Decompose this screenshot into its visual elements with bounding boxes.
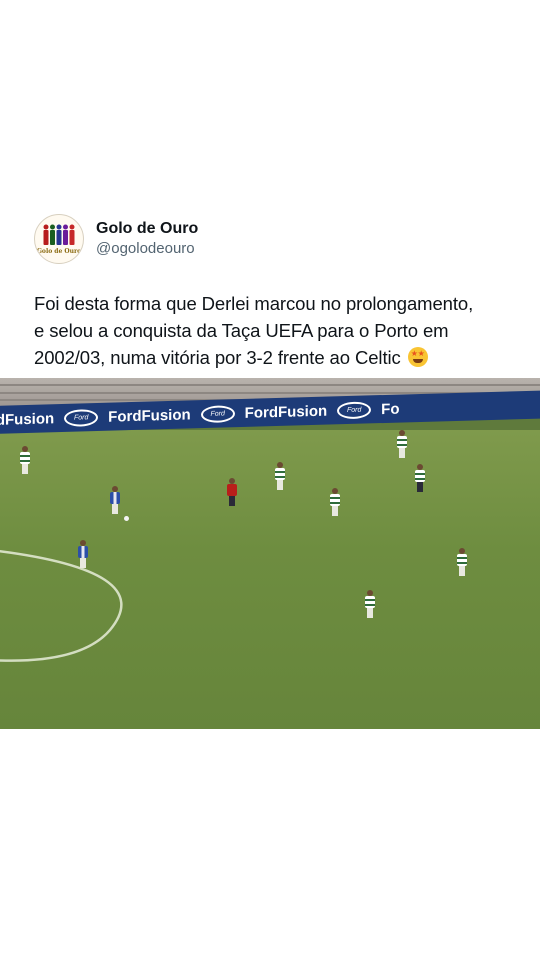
star-struck-emoji-icon [407,347,428,367]
ford-logo-icon: Ford [64,408,99,427]
player-porto [78,540,88,568]
ad-text: FordFusion [244,402,328,422]
post-text-line: e selou a conquista da Taça UEFA para o … [34,320,449,341]
player-celtic [397,430,407,458]
ford-logo-icon: Ford [337,400,372,419]
post-text-line: 2002/03, numa vitória por 3-2 frente ao … [34,344,514,371]
player-celtic [330,488,340,516]
football-pitch [0,430,540,729]
post-header: Golo de Ouro Golo de Ouro @ogolodeouro [34,214,198,264]
author-names: Golo de Ouro @ogolodeouro [96,219,198,259]
ad-text: FordFusion [108,405,191,426]
player-celtic [457,548,467,576]
player-celtic [20,446,30,474]
post-text: Foi desta forma que Derlei marcou no pro… [34,290,514,371]
post-text-line: Foi desta forma que Derlei marcou no pro… [34,293,474,314]
player-porto [110,486,120,514]
players-logo-icon [43,224,75,245]
author-display-name[interactable]: Golo de Ouro [96,219,198,239]
football-ball-icon [124,516,129,521]
player-celtic [415,464,425,492]
pitch-markings-icon [0,550,123,662]
player-celtic [275,462,285,490]
video-player[interactable]: rdFusion Ford FordFusion Ford FordFusion… [0,378,540,729]
author-handle[interactable]: @ogolodeouro [96,239,198,259]
profile-avatar[interactable]: Golo de Ouro [34,214,84,264]
player-celtic [365,590,375,618]
ad-text: rdFusion [0,409,55,429]
avatar-logo-text: Golo de Ouro [36,248,82,255]
ford-logo-icon: Ford [200,404,235,423]
player-goalkeeper [227,478,237,506]
ad-text: Fo [381,400,400,418]
